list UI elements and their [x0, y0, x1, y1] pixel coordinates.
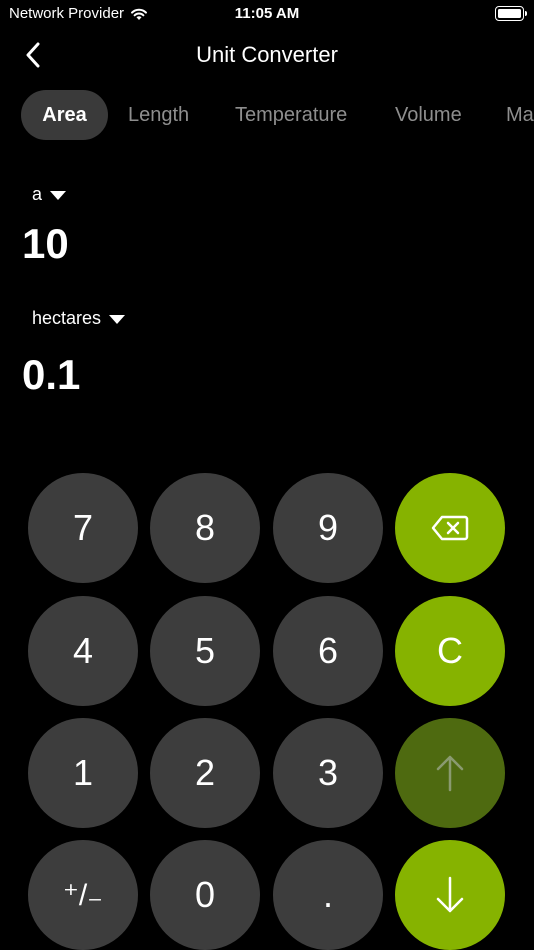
nav-bar: Unit Converter — [0, 30, 534, 80]
key-7[interactable]: 7 — [28, 473, 138, 583]
battery-icon — [495, 6, 527, 21]
tab-area[interactable]: Area — [21, 90, 108, 140]
key-1[interactable]: 1 — [28, 718, 138, 828]
page-title: Unit Converter — [196, 42, 338, 67]
swap-down-button[interactable] — [395, 840, 505, 950]
key-4[interactable]: 4 — [28, 596, 138, 706]
arrow-up-icon — [436, 755, 464, 792]
key-0[interactable]: 0 — [150, 840, 260, 950]
tab-volume[interactable]: Volume — [395, 90, 462, 140]
key-9[interactable]: 9 — [273, 473, 383, 583]
to-value[interactable]: 0.1 — [22, 351, 80, 399]
key-8[interactable]: 8 — [150, 473, 260, 583]
from-value[interactable]: 10 — [22, 220, 69, 268]
caret-down-icon — [50, 191, 67, 200]
category-tabs: Area Length Temperature Volume Ma — [0, 90, 534, 142]
tab-temperature[interactable]: Temperature — [235, 90, 347, 140]
tab-mass[interactable]: Ma — [506, 90, 534, 140]
from-unit-dropdown[interactable]: a — [32, 184, 67, 205]
clear-button[interactable]: C — [395, 596, 505, 706]
swap-up-button[interactable] — [395, 718, 505, 828]
key-2[interactable]: 2 — [150, 718, 260, 828]
status-bar: Network Provider 11:05 AM — [0, 0, 534, 28]
to-unit-dropdown[interactable]: hectares — [32, 308, 126, 329]
backspace-button[interactable] — [395, 473, 505, 583]
tab-length[interactable]: Length — [128, 90, 189, 140]
key-3[interactable]: 3 — [273, 718, 383, 828]
caret-down-icon — [109, 315, 126, 324]
status-time: 11:05 AM — [234, 5, 300, 22]
sign-toggle-button[interactable]: ⁺/₋ — [28, 840, 138, 950]
key-6[interactable]: 6 — [273, 596, 383, 706]
backspace-icon — [431, 515, 469, 541]
key-5[interactable]: 5 — [150, 596, 260, 706]
from-unit-label: a — [32, 184, 43, 204]
decimal-button[interactable]: . — [273, 840, 383, 950]
arrow-down-icon — [436, 876, 464, 913]
to-unit-label: hectares — [32, 308, 102, 328]
